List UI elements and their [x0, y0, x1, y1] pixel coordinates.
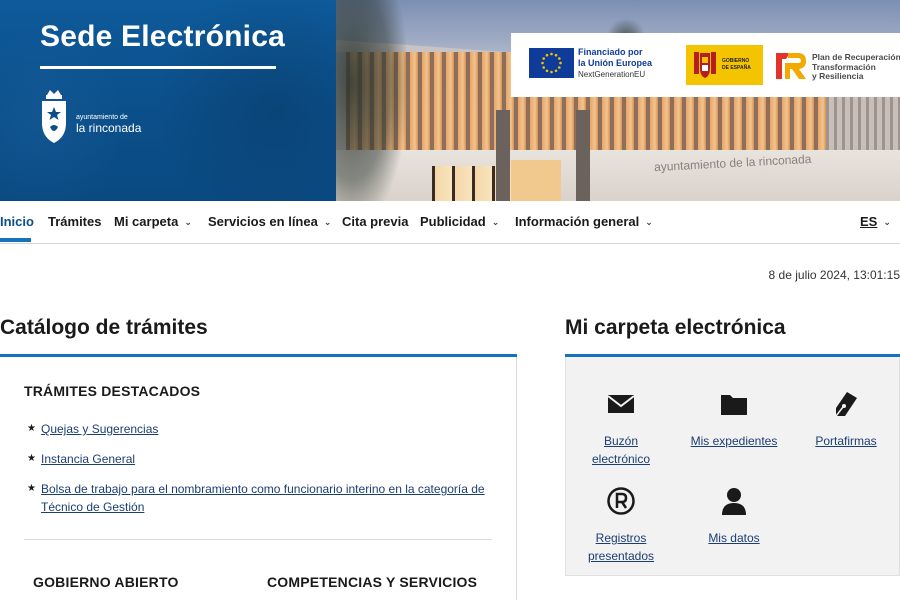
envelope-icon	[607, 395, 635, 413]
list-item: ★ Quejas y Sugerencias	[27, 420, 497, 438]
chevron-down-icon: ⌄	[491, 217, 500, 227]
nav-item-servicios-en-linea[interactable]: Servicios en línea ⌄	[208, 201, 331, 243]
tile-registros-presentados[interactable]: Registros presentados	[566, 483, 676, 565]
nav-item-mi-carpeta[interactable]: Mi carpeta ⌄	[114, 201, 192, 243]
nav-item-tramites[interactable]: Trámites	[48, 201, 101, 243]
site-title[interactable]: Sede Electrónica	[40, 20, 285, 54]
link-instancia-general[interactable]: Instancia General	[41, 450, 135, 468]
catalog-title: Catálogo de trámites	[0, 316, 208, 339]
header-brand-panel: Sede Electrónica ayuntamiento de la rinc…	[0, 0, 336, 201]
electronic-folder-panel: Buzón electrónico Mis expedientes Portafi…	[565, 357, 900, 576]
eu-flag-icon	[529, 48, 574, 78]
star-icon: ★	[27, 483, 36, 494]
nav-item-informacion-general[interactable]: Información general ⌄	[515, 201, 653, 243]
tile-mis-datos[interactable]: Mis datos	[679, 483, 789, 547]
gobierno-espana-logo: GOBIERNO DE ESPAÑA	[686, 45, 763, 85]
spain-shield-icon	[694, 52, 716, 78]
link-quejas-sugerencias[interactable]: Quejas y Sugerencias	[41, 420, 158, 438]
active-nav-indicator	[0, 238, 31, 242]
coat-of-arms-icon	[42, 90, 66, 143]
star-icon: ★	[27, 423, 36, 434]
eu-funding-subtitle: NextGenerationEU	[578, 70, 646, 79]
nav-item-inicio[interactable]: Inicio	[0, 201, 34, 243]
tile-portafirmas[interactable]: Portafirmas	[791, 386, 900, 450]
section-divider	[24, 539, 492, 540]
featured-procedures-title: TRÁMITES DESTACADOS	[24, 383, 201, 399]
folder-icon	[721, 395, 747, 415]
chevron-down-icon: ⌄	[323, 217, 332, 227]
registered-icon	[607, 487, 635, 515]
header-building-photo: ayuntamiento de la rinconada	[336, 0, 900, 201]
chevron-down-icon: ⌄	[645, 217, 653, 227]
star-icon: ★	[27, 453, 36, 464]
logo-caption-large: la rinconada	[76, 121, 142, 135]
folder-title: Mi carpeta electrónica	[565, 316, 786, 339]
user-icon	[722, 488, 746, 515]
title-underline	[40, 66, 276, 69]
recovery-plan-text: Plan de Recuperación, Transformación y R…	[812, 52, 900, 81]
competencias-servicios-title[interactable]: COMPETENCIAS Y SERVICIOS	[267, 574, 477, 590]
logo-caption-small: ayuntamiento de	[76, 114, 128, 121]
tile-buzon-electronico[interactable]: Buzón electrónico	[566, 386, 676, 468]
nav-item-cita-previa[interactable]: Cita previa	[342, 201, 408, 243]
tile-mis-expedientes[interactable]: Mis expedientes	[679, 386, 789, 450]
list-item: ★ Bolsa de trabajo para el nombramiento …	[27, 480, 497, 516]
list-item: ★ Instancia General	[27, 450, 497, 468]
site-header: Sede Electrónica ayuntamiento de la rinc…	[0, 0, 900, 201]
main-navigation: Inicio Trámites Mi carpeta ⌄ Servicios en…	[0, 201, 900, 244]
funding-banner: Financiado por la Unión Europea NextGene…	[511, 33, 900, 97]
nav-item-publicidad[interactable]: Publicidad ⌄	[420, 201, 499, 243]
eu-funding-text: Financiado por la Unión Europea	[578, 47, 653, 68]
chevron-down-icon: ⌄	[184, 217, 192, 227]
chevron-down-icon: ⌄	[883, 217, 891, 227]
language-selector[interactable]: ES ⌄	[860, 201, 891, 243]
gobierno-abierto-title[interactable]: GOBIERNO ABIERTO	[33, 574, 179, 590]
link-bolsa-de-trabajo[interactable]: Bolsa de trabajo para el nombramiento co…	[41, 480, 485, 516]
current-datetime: 8 de julio 2024, 13:01:15	[768, 268, 900, 282]
municipality-logo[interactable]: ayuntamiento de la rinconada	[39, 87, 159, 147]
recovery-plan-logo-icon	[776, 53, 806, 79]
pen-nib-icon	[835, 392, 857, 417]
